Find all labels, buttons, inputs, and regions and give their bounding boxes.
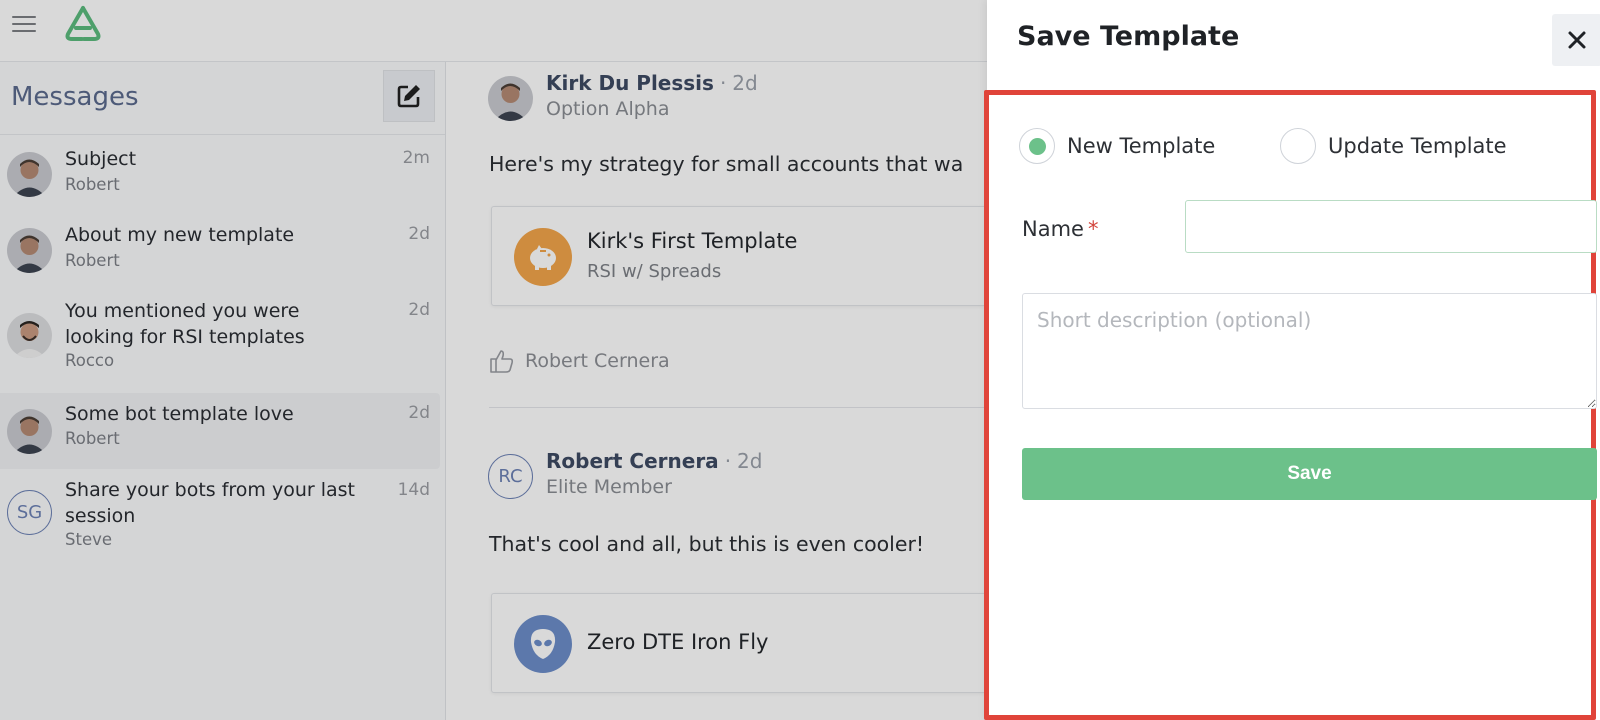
panel-title: Save Template	[1017, 21, 1240, 52]
close-icon	[1568, 31, 1586, 49]
radio-new-template[interactable]: New Template	[1019, 128, 1215, 164]
radio-label: Update Template	[1328, 134, 1507, 158]
required-mark: *	[1087, 217, 1099, 241]
template-form: New Template Update Template Name* Save	[984, 90, 1597, 720]
name-label: Name *	[1022, 217, 1098, 241]
close-button[interactable]	[1552, 14, 1600, 66]
save-button[interactable]: Save	[1022, 448, 1597, 500]
save-template-panel: Save Template New Template Update Templa…	[984, 0, 1600, 720]
name-label-text: Name	[1022, 217, 1084, 241]
radio-update-template[interactable]: Update Template	[1280, 128, 1507, 164]
description-input[interactable]	[1022, 293, 1597, 409]
name-input[interactable]	[1185, 200, 1597, 253]
radio-button-selected[interactable]	[1019, 128, 1055, 164]
radio-button[interactable]	[1280, 128, 1316, 164]
radio-label: New Template	[1067, 134, 1216, 158]
